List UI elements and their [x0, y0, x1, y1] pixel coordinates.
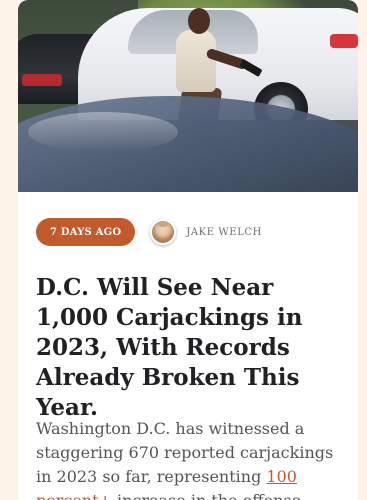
- article-headline[interactable]: D.C. Will See Near 1,000 Carjackings in …: [36, 273, 346, 423]
- date-badge: 7 DAYS AGO: [36, 218, 136, 246]
- author-avatar[interactable]: [150, 219, 177, 245]
- hero-image[interactable]: [18, 0, 358, 192]
- article-excerpt: Washington D.C. has witnessed a staggeri…: [36, 417, 346, 500]
- article-meta: 7 DAYS AGO JAKE WELCH: [36, 217, 262, 247]
- article-card[interactable]: 7 DAYS AGO JAKE WELCH D.C. Will See Near…: [18, 0, 358, 500]
- author-name[interactable]: JAKE WELCH: [186, 227, 262, 238]
